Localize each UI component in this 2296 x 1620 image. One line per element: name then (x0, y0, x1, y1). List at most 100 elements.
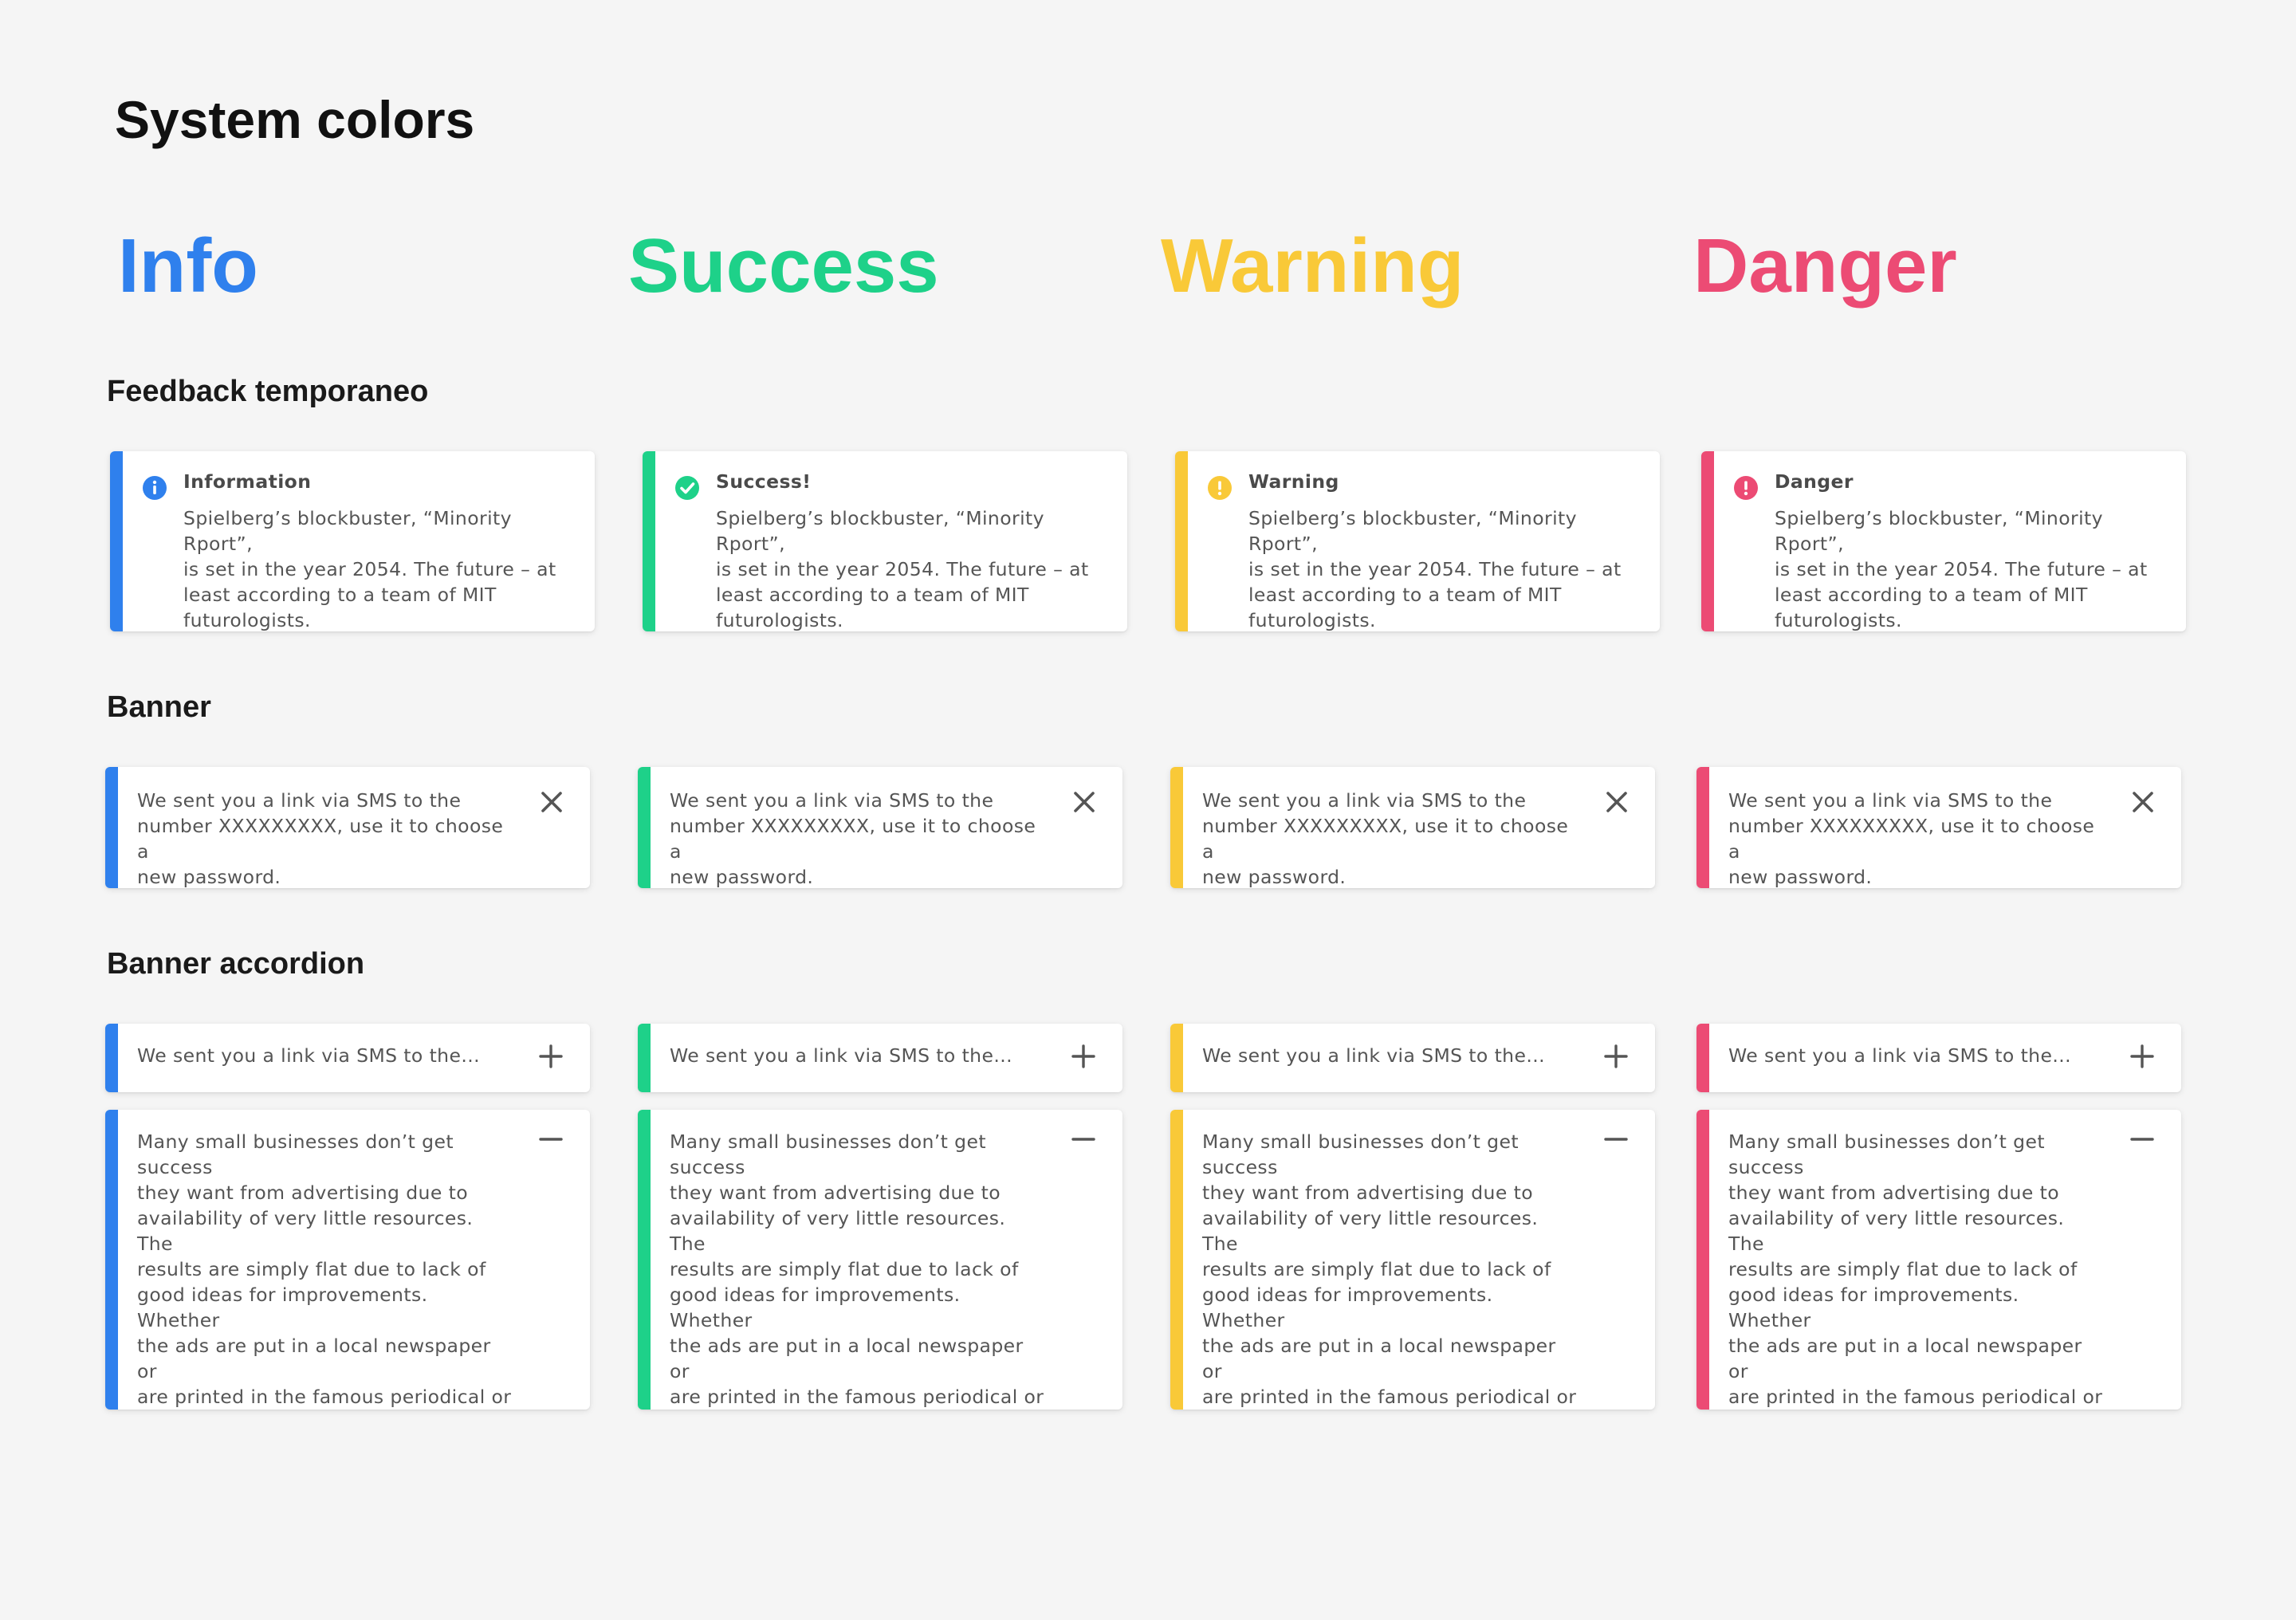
accent-bar (1170, 1024, 1183, 1092)
text-line: number XXXXXXXXX, use it to choose a (1202, 815, 1569, 863)
success-color-title: Success (628, 223, 939, 309)
text-line: availability of very little resources. T… (670, 1207, 1006, 1255)
warning-accordion-expanded[interactable]: Many small businesses don’t get success t… (1170, 1110, 1655, 1410)
close-icon[interactable] (2129, 788, 2157, 816)
minus-icon[interactable] (537, 1126, 564, 1153)
text-line: number XXXXXXXXX, use it to choose a (1728, 815, 2095, 863)
accent-bar (638, 1110, 651, 1410)
info-accordion-expanded[interactable]: Many small businesses don’t get success t… (105, 1110, 590, 1410)
text-line: new password. (1728, 866, 1873, 888)
warning-toast: Warning Spielberg’s blockbuster, “Minori… (1175, 451, 1660, 631)
text-line: least according to a team of MIT (1248, 584, 1562, 606)
accent-bar (638, 1024, 651, 1092)
text-line: is set in the year 2054. The future – at (183, 558, 556, 580)
accordion-summary: We sent you a link via SMS to the... (1202, 1044, 1545, 1067)
page-title: System colors (115, 90, 475, 149)
toast-message: Spielberg’s blockbuster, “Minority Rport… (183, 505, 582, 631)
accent-bar (1170, 767, 1183, 888)
warning-accordion-collapsed[interactable]: We sent you a link via SMS to the... (1170, 1024, 1655, 1092)
accordion-content: Many small businesses don’t get success t… (1728, 1129, 2103, 1410)
text-line: least according to a team of MIT (183, 584, 497, 606)
section-title-banner: Banner (107, 690, 211, 724)
success-accordion-expanded[interactable]: Many small businesses don’t get success t… (638, 1110, 1122, 1410)
danger-accordion-collapsed[interactable]: We sent you a link via SMS to the... (1696, 1024, 2181, 1092)
plus-icon[interactable] (1602, 1043, 1630, 1070)
close-icon[interactable] (537, 788, 566, 816)
toast-message: Spielberg’s blockbuster, “Minority Rport… (716, 505, 1115, 631)
close-icon[interactable] (1602, 788, 1631, 816)
text-line: is set in the year 2054. The future – at (716, 558, 1089, 580)
check-circle-icon (674, 475, 700, 501)
text-line: Many small businesses don’t get success (137, 1130, 454, 1178)
minus-icon[interactable] (1070, 1126, 1097, 1153)
toast-title: Success! (716, 470, 812, 493)
text-line: We sent you a link via SMS to the (1202, 789, 1527, 812)
accent-bar (110, 451, 123, 631)
accent-bar (105, 1024, 118, 1092)
accent-bar (638, 767, 651, 888)
accent-bar (105, 767, 118, 888)
text-line: results are simply flat due to lack of (1202, 1258, 1551, 1280)
text-line: are printed in the famous periodical or (1202, 1386, 1577, 1408)
text-line: the ads are put in a local newspaper or (1728, 1335, 2082, 1382)
accordion-content: Many small businesses don’t get success t… (137, 1129, 512, 1410)
accordion-summary: We sent you a link via SMS to the... (137, 1044, 480, 1067)
info-icon (142, 475, 167, 501)
warning-icon (1207, 475, 1233, 501)
text-line: Spielberg’s blockbuster, “Minority Rport… (1775, 507, 2103, 555)
warning-color-title: Warning (1161, 223, 1464, 309)
danger-color-title: Danger (1693, 223, 1957, 309)
text-line: the ads are put in a local newspaper or (137, 1335, 491, 1382)
text-line: are printed in the famous periodical or (1728, 1386, 2103, 1408)
text-line: new password. (137, 866, 281, 888)
text-line: results are simply flat due to lack of (137, 1258, 486, 1280)
danger-accordion-expanded[interactable]: Many small businesses don’t get success t… (1696, 1110, 2181, 1410)
accent-bar (1696, 1110, 1709, 1410)
info-toast: Information Spielberg’s blockbuster, “Mi… (110, 451, 595, 631)
text-line: least according to a team of MIT (716, 584, 1029, 606)
text-line: the ads are put in a local newspaper or (1202, 1335, 1556, 1382)
text-line: good ideas for improvements. Whether (1202, 1284, 1493, 1331)
plus-icon[interactable] (1070, 1043, 1097, 1070)
danger-toast: Danger Spielberg’s blockbuster, “Minorit… (1701, 451, 2186, 631)
text-line: they want from advertising due to (1728, 1182, 2059, 1204)
text-line: We sent you a link via SMS to the (137, 789, 462, 812)
close-icon[interactable] (1070, 788, 1099, 816)
text-line: are printed in the famous periodical or (137, 1386, 512, 1408)
text-line: We sent you a link via SMS to the (670, 789, 994, 812)
info-accordion-collapsed[interactable]: We sent you a link via SMS to the... (105, 1024, 590, 1092)
text-line: Many small businesses don’t get success (1728, 1130, 2045, 1178)
success-accordion-collapsed[interactable]: We sent you a link via SMS to the... (638, 1024, 1122, 1092)
accordion-summary: We sent you a link via SMS to the... (670, 1044, 1012, 1067)
text-line: Many small businesses don’t get success (670, 1130, 986, 1178)
minus-icon[interactable] (2129, 1126, 2156, 1153)
text-line: Many small businesses don’t get success (1202, 1130, 1519, 1178)
toast-title: Danger (1775, 470, 1854, 493)
text-line: availability of very little resources. T… (137, 1207, 474, 1255)
text-line: futurologists. (183, 609, 311, 631)
text-line: results are simply flat due to lack of (670, 1258, 1019, 1280)
banner-message: We sent you a link via SMS to the number … (1202, 788, 1577, 888)
text-line: Spielberg’s blockbuster, “Minority Rport… (716, 507, 1044, 555)
toast-message: Spielberg’s blockbuster, “Minority Rport… (1775, 505, 2173, 631)
toast-title: Warning (1248, 470, 1339, 493)
accordion-content: Many small businesses don’t get success t… (1202, 1129, 1577, 1410)
text-line: futurologists. (1248, 609, 1376, 631)
plus-icon[interactable] (2129, 1043, 2156, 1070)
text-line: they want from advertising due to (670, 1182, 1001, 1204)
text-line: are printed in the famous periodical or (670, 1386, 1044, 1408)
accent-bar (1175, 451, 1188, 631)
info-color-title: Info (118, 223, 258, 309)
text-line: they want from advertising due to (137, 1182, 468, 1204)
section-title-feedback: Feedback temporaneo (107, 375, 429, 408)
accordion-summary: We sent you a link via SMS to the... (1728, 1044, 2071, 1067)
text-line: number XXXXXXXXX, use it to choose a (670, 815, 1036, 863)
text-line: results are simply flat due to lack of (1728, 1258, 2078, 1280)
plus-icon[interactable] (537, 1043, 564, 1070)
text-line: Spielberg’s blockbuster, “Minority Rport… (1248, 507, 1577, 555)
accent-bar (1696, 1024, 1709, 1092)
text-line: new password. (670, 866, 814, 888)
info-banner: We sent you a link via SMS to the number … (105, 767, 590, 888)
text-line: is set in the year 2054. The future – at (1248, 558, 1622, 580)
minus-icon[interactable] (1602, 1126, 1630, 1153)
